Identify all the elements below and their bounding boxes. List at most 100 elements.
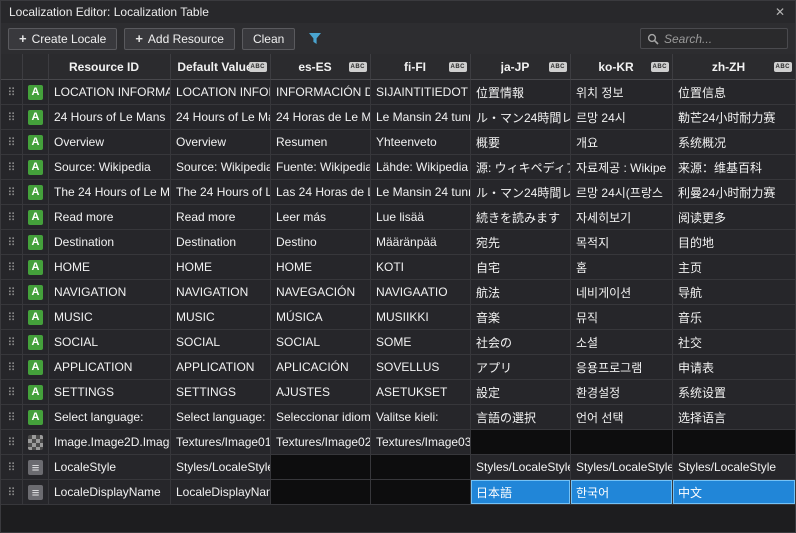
cell-ko-kr[interactable]: 자료제공 : Wikipe bbox=[571, 155, 673, 180]
create-locale-button[interactable]: + Create Locale bbox=[8, 28, 117, 50]
cell-resource-id[interactable]: SOCIAL bbox=[49, 330, 171, 355]
cell-fi-fi[interactable]: SOVELLUS bbox=[371, 355, 471, 380]
filter-icon[interactable] bbox=[308, 32, 322, 45]
cell-default-value[interactable]: LocaleDisplayNam bbox=[171, 480, 271, 505]
cell-resource-id[interactable]: Select language: bbox=[49, 405, 171, 430]
column-header-fi-fi[interactable]: fi-FI ABC bbox=[371, 54, 471, 80]
cell-default-value[interactable]: Select language: bbox=[171, 405, 271, 430]
cell-es-es[interactable]: AJUSTES bbox=[271, 380, 371, 405]
cell-ja-jp[interactable]: 航法 bbox=[471, 280, 571, 305]
cell-default-value[interactable]: LOCATION INFOR bbox=[171, 80, 271, 105]
cell-es-es[interactable]: NAVEGACIÓN bbox=[271, 280, 371, 305]
cell-default-value[interactable]: APPLICATION bbox=[171, 355, 271, 380]
cell-ja-jp[interactable]: 社会の bbox=[471, 330, 571, 355]
row-drag-handle[interactable]: ⠿ bbox=[1, 80, 23, 105]
cell-default-value[interactable]: The 24 Hours of L bbox=[171, 180, 271, 205]
cell-default-value[interactable]: MUSIC bbox=[171, 305, 271, 330]
cell-ko-kr[interactable]: 네비게이션 bbox=[571, 280, 673, 305]
cell-fi-fi[interactable]: NAVIGAATIO bbox=[371, 280, 471, 305]
cell-ko-kr[interactable]: 홈 bbox=[571, 255, 673, 280]
cell-es-es[interactable]: MÚSICA bbox=[271, 305, 371, 330]
cell-es-es[interactable]: HOME bbox=[271, 255, 371, 280]
row-drag-handle[interactable]: ⠿ bbox=[1, 455, 23, 480]
cell-resource-id[interactable]: MUSIC bbox=[49, 305, 171, 330]
cell-default-value[interactable]: Overview bbox=[171, 130, 271, 155]
row-drag-handle[interactable]: ⠿ bbox=[1, 330, 23, 355]
cell-fi-fi[interactable]: SOME bbox=[371, 330, 471, 355]
cell-resource-id[interactable]: LOCATION INFORMAT bbox=[49, 80, 171, 105]
cell-zh-zh[interactable]: 音乐 bbox=[673, 305, 795, 330]
row-drag-handle[interactable]: ⠿ bbox=[1, 230, 23, 255]
cell-ko-kr[interactable]: 개요 bbox=[571, 130, 673, 155]
cell-resource-id[interactable]: HOME bbox=[49, 255, 171, 280]
cell-resource-id[interactable]: Read more bbox=[49, 205, 171, 230]
cell-zh-zh[interactable]: Styles/LocaleStyle bbox=[673, 455, 795, 480]
cell-fi-fi[interactable]: SIJAINTITIEDOT bbox=[371, 80, 471, 105]
cell-resource-id[interactable]: NAVIGATION bbox=[49, 280, 171, 305]
row-drag-handle[interactable]: ⠿ bbox=[1, 130, 23, 155]
cell-default-value[interactable]: SETTINGS bbox=[171, 380, 271, 405]
cell-ja-jp[interactable]: 位置情報 bbox=[471, 80, 571, 105]
cell-es-es[interactable]: Fuente: Wikipedia bbox=[271, 155, 371, 180]
row-drag-handle[interactable]: ⠿ bbox=[1, 205, 23, 230]
cell-ja-jp[interactable]: 自宅 bbox=[471, 255, 571, 280]
row-drag-handle[interactable]: ⠿ bbox=[1, 405, 23, 430]
cell-ko-kr[interactable]: 소셜 bbox=[571, 330, 673, 355]
cell-default-value[interactable]: Read more bbox=[171, 205, 271, 230]
cell-zh-zh[interactable]: 社交 bbox=[673, 330, 795, 355]
cell-fi-fi[interactable]: Le Mansin 24 tunn bbox=[371, 180, 471, 205]
cell-fi-fi[interactable]: Valitse kieli: bbox=[371, 405, 471, 430]
cell-ja-jp[interactable]: 言語の選択 bbox=[471, 405, 571, 430]
cell-ko-kr[interactable]: 자세히보기 bbox=[571, 205, 673, 230]
cell-default-value[interactable]: HOME bbox=[171, 255, 271, 280]
cell-ja-jp[interactable]: 宛先 bbox=[471, 230, 571, 255]
cell-ko-kr[interactable]: 르망 24시 bbox=[571, 105, 673, 130]
cell-ja-jp[interactable]: 設定 bbox=[471, 380, 571, 405]
cell-zh-zh[interactable]: 系统概况 bbox=[673, 130, 795, 155]
cell-zh-zh[interactable]: 选择语言 bbox=[673, 405, 795, 430]
cell-zh-zh[interactable]: 位置信息 bbox=[673, 80, 795, 105]
cell-resource-id[interactable]: Overview bbox=[49, 130, 171, 155]
cell-es-es[interactable]: INFORMACIÓN D bbox=[271, 80, 371, 105]
cell-resource-id[interactable]: LocaleDisplayName bbox=[49, 480, 171, 505]
cell-ko-kr[interactable]: 위치 정보 bbox=[571, 80, 673, 105]
cell-ja-jp[interactable]: アプリ bbox=[471, 355, 571, 380]
cell-es-es[interactable] bbox=[271, 480, 371, 505]
cell-es-es[interactable]: Resumen bbox=[271, 130, 371, 155]
cell-es-es[interactable]: 24 Horas de Le Ma bbox=[271, 105, 371, 130]
cell-fi-fi[interactable] bbox=[371, 455, 471, 480]
cell-es-es[interactable]: APLICACIÓN bbox=[271, 355, 371, 380]
cell-ja-jp[interactable]: 概要 bbox=[471, 130, 571, 155]
cell-default-value[interactable]: SOCIAL bbox=[171, 330, 271, 355]
cell-fi-fi[interactable] bbox=[371, 480, 471, 505]
cell-resource-id[interactable]: 24 Hours of Le Mans bbox=[49, 105, 171, 130]
cell-ko-kr[interactable]: 응용프로그램 bbox=[571, 355, 673, 380]
cell-zh-zh[interactable] bbox=[673, 430, 795, 455]
cell-ja-jp[interactable]: Styles/LocaleStyle bbox=[471, 455, 571, 480]
cell-ja-jp[interactable]: 日本語 bbox=[471, 480, 571, 505]
cell-resource-id[interactable]: The 24 Hours of Le M bbox=[49, 180, 171, 205]
column-header-zh-zh[interactable]: zh-ZH ABC bbox=[673, 54, 795, 80]
cell-default-value[interactable]: Source: Wikipedia bbox=[171, 155, 271, 180]
cell-es-es[interactable]: Textures/Image02 bbox=[271, 430, 371, 455]
cell-resource-id[interactable]: Source: Wikipedia bbox=[49, 155, 171, 180]
add-resource-button[interactable]: + Add Resource bbox=[124, 28, 235, 50]
cell-resource-id[interactable]: Image.Image2D.Image bbox=[49, 430, 171, 455]
cell-zh-zh[interactable]: 主页 bbox=[673, 255, 795, 280]
cell-zh-zh[interactable]: 导航 bbox=[673, 280, 795, 305]
cell-es-es[interactable]: Las 24 Horas de L bbox=[271, 180, 371, 205]
row-drag-handle[interactable]: ⠿ bbox=[1, 430, 23, 455]
cell-fi-fi[interactable]: Määränpää bbox=[371, 230, 471, 255]
column-header-ja-jp[interactable]: ja-JP ABC bbox=[471, 54, 571, 80]
cell-resource-id[interactable]: APPLICATION bbox=[49, 355, 171, 380]
cell-default-value[interactable]: Styles/LocaleStyle bbox=[171, 455, 271, 480]
cell-default-value[interactable]: 24 Hours of Le Ma bbox=[171, 105, 271, 130]
close-icon[interactable]: ✕ bbox=[773, 5, 787, 19]
cell-es-es[interactable]: Seleccionar idiom bbox=[271, 405, 371, 430]
cell-fi-fi[interactable]: Yhteenveto bbox=[371, 130, 471, 155]
cell-ja-jp[interactable]: 続きを読みます bbox=[471, 205, 571, 230]
cell-zh-zh[interactable]: 中文 bbox=[673, 480, 795, 505]
cell-fi-fi[interactable]: ASETUKSET bbox=[371, 380, 471, 405]
cell-ko-kr[interactable]: 한국어 bbox=[571, 480, 673, 505]
cell-fi-fi[interactable]: Textures/Image03 bbox=[371, 430, 471, 455]
